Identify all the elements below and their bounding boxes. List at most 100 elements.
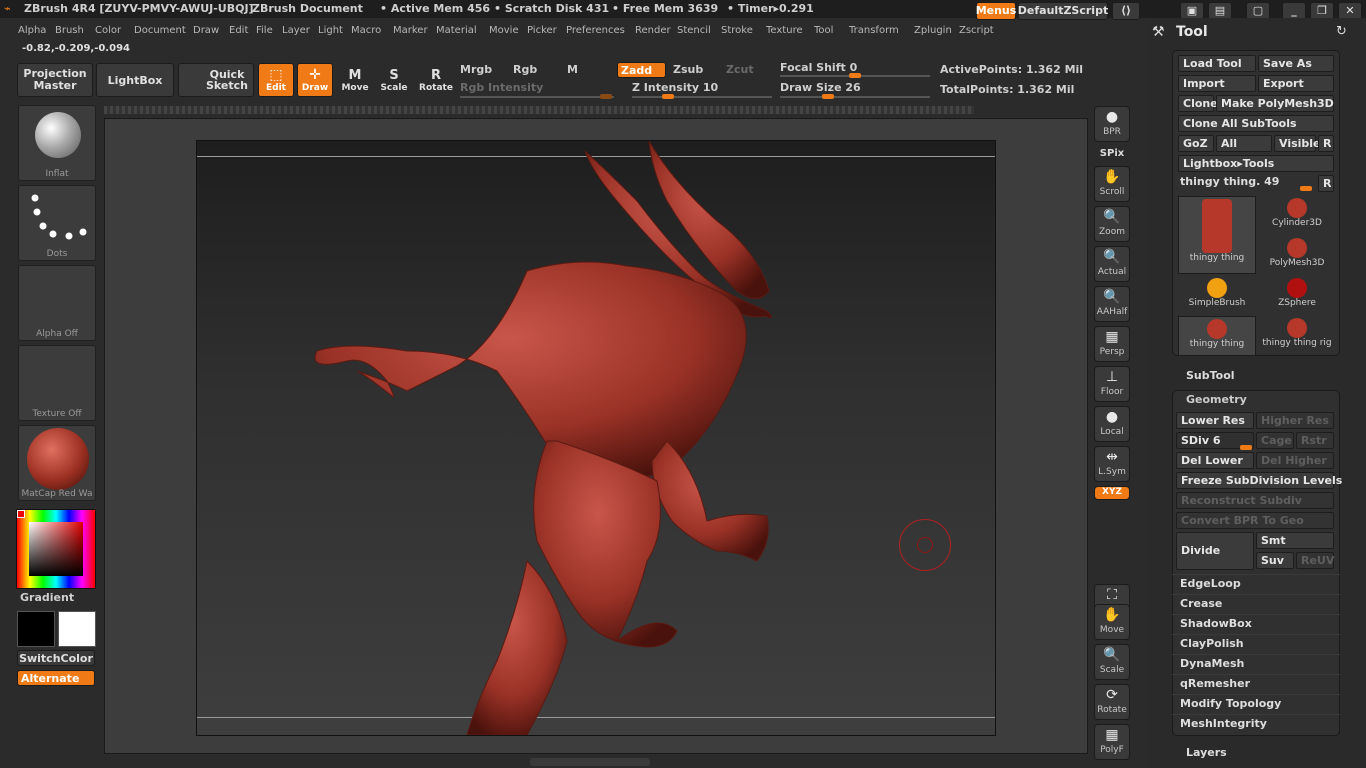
- refresh-icon[interactable]: ↻: [1336, 24, 1347, 39]
- section-crease[interactable]: Crease: [1172, 594, 1340, 612]
- switch-color-button[interactable]: SwitchColor: [17, 650, 95, 666]
- z-intensity-slider[interactable]: Z Intensity 10: [632, 81, 718, 94]
- rgb-intensity-slider[interactable]: Rgb Intensity: [460, 81, 543, 94]
- goz-r-button[interactable]: R: [1318, 135, 1334, 152]
- projection-master-button[interactable]: Projection Master: [17, 63, 93, 97]
- section-dynamesh[interactable]: DynaMesh: [1172, 654, 1340, 672]
- menu-light[interactable]: Light: [318, 25, 343, 36]
- menu-document[interactable]: Document: [134, 25, 186, 36]
- rgb-button[interactable]: Rgb: [513, 63, 537, 76]
- lightbox-button[interactable]: LightBox: [96, 63, 174, 97]
- section-edgeloop[interactable]: EdgeLoop: [1172, 574, 1340, 592]
- menu-stencil[interactable]: Stencil: [677, 25, 711, 36]
- menu-preferences[interactable]: Preferences: [566, 25, 625, 36]
- focal-shift-knob[interactable]: [849, 73, 861, 78]
- higher-res-button[interactable]: Higher Res: [1256, 412, 1334, 429]
- menu-zplugin[interactable]: Zplugin: [914, 25, 952, 36]
- tool-thumb-simplebrush[interactable]: SimpleBrush: [1178, 276, 1256, 316]
- goz-all-button[interactable]: All: [1216, 135, 1272, 152]
- menu-transform[interactable]: Transform: [849, 25, 899, 36]
- clone-all-subtools-button[interactable]: Clone All SubTools: [1178, 115, 1334, 132]
- zcut-button[interactable]: Zcut: [726, 63, 754, 76]
- persp-button[interactable]: ▦ Persp: [1094, 326, 1130, 362]
- menu-material[interactable]: Material: [436, 25, 477, 36]
- cage-button[interactable]: Cage: [1256, 432, 1294, 449]
- export-button[interactable]: Export: [1258, 75, 1334, 92]
- mrgb-button[interactable]: Mrgb: [460, 63, 492, 76]
- menus-button[interactable]: Menus: [976, 2, 1016, 20]
- draw-size-slider[interactable]: Draw Size 26: [780, 81, 861, 94]
- scale-button[interactable]: 🔍 Scale: [1094, 644, 1130, 680]
- menu-picker[interactable]: Picker: [527, 25, 557, 36]
- del-higher-button[interactable]: Del Higher: [1256, 452, 1334, 469]
- save-as-button[interactable]: Save As: [1258, 55, 1334, 72]
- sdiv-knob[interactable]: [1240, 445, 1252, 450]
- actual-button[interactable]: 🔍 Actual: [1094, 246, 1130, 282]
- menu-marker[interactable]: Marker: [393, 25, 428, 36]
- edit-button[interactable]: ⬚ Edit: [258, 63, 294, 97]
- scale-button[interactable]: S Scale: [377, 63, 411, 97]
- menu-draw[interactable]: Draw: [193, 25, 219, 36]
- layout-toggle-button[interactable]: ⟨⟩: [1112, 2, 1140, 20]
- menu-alpha[interactable]: Alpha: [18, 25, 46, 36]
- sculpt-model[interactable]: [197, 141, 995, 735]
- alpha-selector[interactable]: Alpha Off: [18, 265, 96, 341]
- spix-slider[interactable]: SPix: [1094, 148, 1130, 162]
- stroke-selector[interactable]: Dots: [18, 185, 96, 261]
- lightbox-tools-button[interactable]: Lightbox▸Tools: [1178, 155, 1334, 172]
- m-button[interactable]: M: [567, 63, 578, 76]
- tool-r-button[interactable]: R: [1318, 175, 1334, 192]
- horizontal-scroll-strip[interactable]: [104, 106, 974, 114]
- convert-bpr-button[interactable]: Convert BPR To Geo: [1176, 512, 1334, 529]
- quick-sketch-button[interactable]: Quick Sketch: [178, 63, 254, 97]
- section-meshintegrity[interactable]: MeshIntegrity: [1172, 714, 1340, 732]
- rotate-button[interactable]: R Rotate: [418, 63, 454, 97]
- rgb-intensity-knob[interactable]: [600, 94, 612, 99]
- document-canvas[interactable]: [196, 140, 996, 736]
- menu-zscript[interactable]: Zscript: [959, 25, 994, 36]
- rstr-button[interactable]: Rstr: [1296, 432, 1334, 449]
- menu-texture[interactable]: Texture: [766, 25, 803, 36]
- section-shadowbox[interactable]: ShadowBox: [1172, 614, 1340, 632]
- divide-button[interactable]: Divide: [1176, 532, 1254, 570]
- goz-button[interactable]: GoZ: [1178, 135, 1214, 152]
- color-picker[interactable]: [16, 509, 96, 589]
- polyf-button[interactable]: ▦ PolyF: [1094, 724, 1130, 760]
- suv-button[interactable]: Suv: [1256, 552, 1294, 569]
- menu-tool[interactable]: Tool: [814, 25, 833, 36]
- main-color-swatch[interactable]: [17, 611, 55, 647]
- menu-layer[interactable]: Layer: [282, 25, 310, 36]
- z-intensity-knob[interactable]: [662, 94, 674, 99]
- brush-selector[interactable]: Inflat: [18, 105, 96, 181]
- lower-res-button[interactable]: Lower Res: [1176, 412, 1254, 429]
- bottom-tray-handle[interactable]: [530, 758, 650, 766]
- bpr-button[interactable]: ● BPR: [1094, 106, 1130, 142]
- l-sym-button[interactable]: ⇹ L.Sym: [1094, 446, 1130, 482]
- menu-edit[interactable]: Edit: [229, 25, 248, 36]
- default-zscript-button[interactable]: DefaultZScript: [1018, 2, 1108, 20]
- tool-thumb-thingy-thing-rig[interactable]: thingy thing rig: [1258, 316, 1336, 356]
- layers-section[interactable]: Layers: [1186, 746, 1227, 759]
- focal-shift-slider[interactable]: Focal Shift 0: [780, 61, 857, 74]
- xyz-symmetry-button[interactable]: XYZ: [1094, 486, 1130, 500]
- load-tool-button[interactable]: Load Tool: [1178, 55, 1256, 72]
- make-polymesh-button[interactable]: Make PolyMesh3D: [1216, 95, 1334, 112]
- tool-thumb-cylinder3d[interactable]: Cylinder3D: [1258, 196, 1336, 236]
- reuv-button[interactable]: ReUV: [1296, 552, 1334, 569]
- rotate-button[interactable]: ⟳ Rotate: [1094, 684, 1130, 720]
- scroll-button[interactable]: ✋ Scroll: [1094, 166, 1130, 202]
- zadd-button[interactable]: Zadd: [617, 62, 666, 78]
- local-button[interactable]: ● Local: [1094, 406, 1130, 442]
- texture-selector[interactable]: Texture Off: [18, 345, 96, 421]
- freeze-subdivision-button[interactable]: Freeze SubDivision Levels: [1176, 472, 1342, 489]
- menu-movie[interactable]: Movie: [489, 25, 519, 36]
- color-square[interactable]: [29, 522, 83, 576]
- smt-button[interactable]: Smt: [1256, 532, 1334, 549]
- menu-macro[interactable]: Macro: [351, 25, 381, 36]
- draw-button[interactable]: ✛ Draw: [297, 63, 333, 97]
- menu-stroke[interactable]: Stroke: [721, 25, 753, 36]
- goz-visible-button[interactable]: Visible: [1274, 135, 1321, 152]
- move-button[interactable]: M Move: [338, 63, 372, 97]
- alternate-button[interactable]: Alternate: [17, 670, 95, 686]
- geometry-section[interactable]: Geometry: [1186, 393, 1247, 406]
